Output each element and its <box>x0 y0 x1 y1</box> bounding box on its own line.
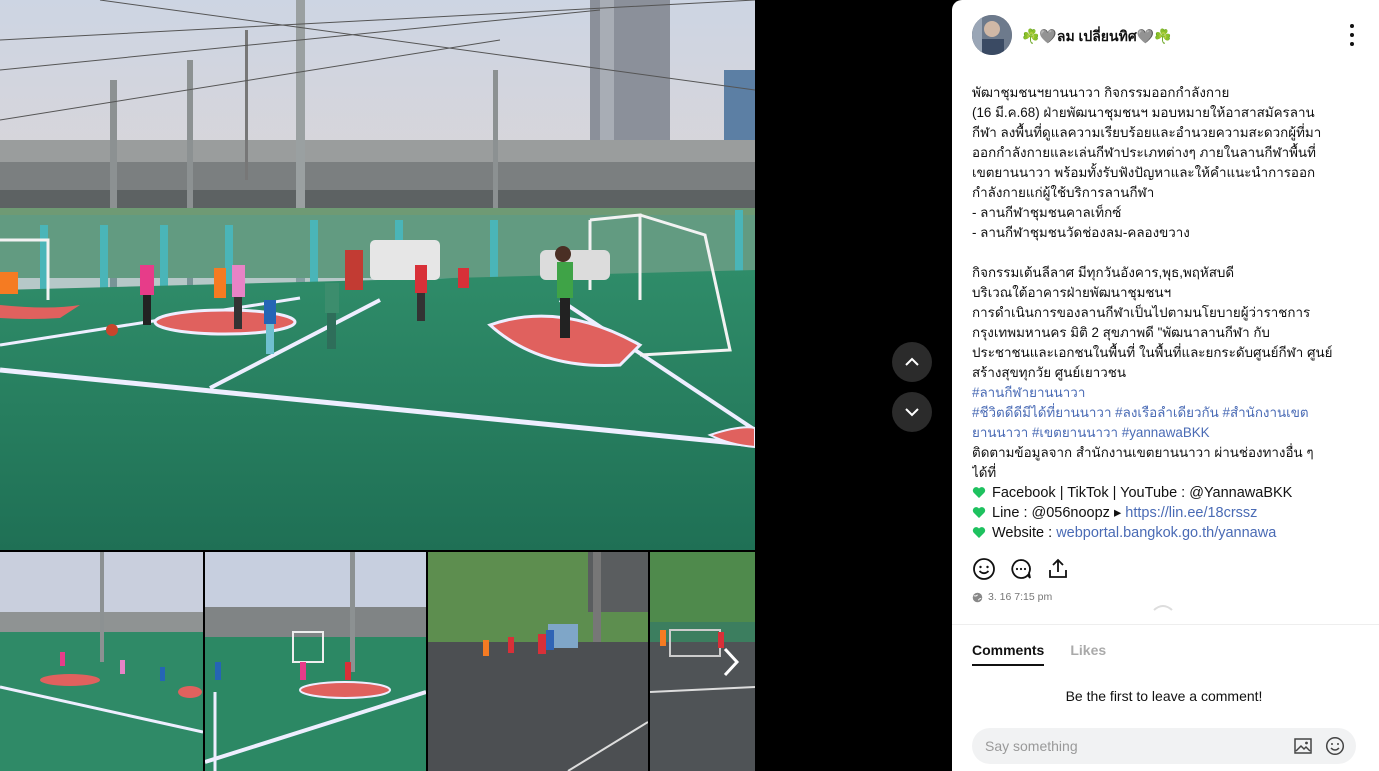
post-detail-panel: ☘️🩶ลม เปลี่ยนทิศ🩶☘️ พัฒาชุมชนฯยานนาวา กิ… <box>952 0 1379 771</box>
next-image-arrow-icon[interactable] <box>714 645 748 679</box>
green-heart-icon <box>972 527 986 538</box>
comment-input[interactable] <box>985 728 1275 764</box>
empty-comments-message: Be the first to leave a comment! <box>1065 688 1263 704</box>
caption-line: สร้างสุขทุกวัย ศูนย์เยาวชน <box>972 365 1126 380</box>
caption-line: ประชาชนและเอกชนในพื้นที่ ในพื้นที่และยกร… <box>972 345 1333 360</box>
caption-line: พัฒาชุมชนฯยานนาวา กิจกรรมออกกำลังกาย <box>972 85 1230 100</box>
post-actions <box>972 557 1070 581</box>
image-icon[interactable] <box>1294 737 1312 755</box>
divider <box>952 624 1379 625</box>
caption-line: เขตยานนาวา พร้อมทั้งรับฟังปัญหาและให้คำแ… <box>972 165 1316 180</box>
caption-line: บริเวณใต้อาคารฝ่ายพัฒนาชุมชนฯ <box>972 285 1172 300</box>
caption-line: - ลานกีฬาชุมชนคาลเท็กซ์ <box>972 205 1122 220</box>
caption-line: กำลังกายแก่ผู้ใช้บริการลานกีฬา <box>972 185 1155 200</box>
green-heart-icon <box>972 487 986 498</box>
caption-line: กิจกรรมเต้นลีลาศ มีทุกวันอังคาร,พุธ,พฤหั… <box>972 265 1235 280</box>
more-options-icon[interactable] <box>1344 24 1360 46</box>
caption-line: ได้ที่ <box>972 465 997 480</box>
caption-line: กรุงเทพมหานคร มิติ 2 สุขภาพดี "พัฒนาลานก… <box>972 325 1270 340</box>
main-photo[interactable] <box>0 0 755 550</box>
social-link-line: Website : webportal.bangkok.go.th/yannaw… <box>972 523 1364 543</box>
collapse-chevron-icon[interactable] <box>1152 600 1174 612</box>
green-heart-icon <box>972 507 986 518</box>
social-link-line: Facebook | TikTok | YouTube : @YannawaBK… <box>972 483 1364 503</box>
social-link[interactable]: webportal.bangkok.go.th/yannawa <box>1056 525 1276 541</box>
caption-line: ออกกำลังกายและเล่นกีฬาประเภทต่างๆ ภายในล… <box>972 145 1316 160</box>
tab-likes[interactable]: Likes <box>1070 642 1106 666</box>
social-label: Website : <box>992 525 1057 541</box>
social-link-line: Line : @056noopz ▸ https://lin.ee/18crss… <box>972 503 1364 523</box>
caption-line: กีฬา ลงพื้นที่ดูแลความเรียบร้อยและอำนวยค… <box>972 125 1322 140</box>
social-label: Facebook | TikTok | YouTube : @YannawaBK… <box>992 485 1293 501</box>
avatar[interactable] <box>972 15 1012 55</box>
caption-line[interactable]: #ลานกีฬายานนาวา <box>972 383 1364 403</box>
social-label: Line : @056noopz ▸ <box>992 505 1126 521</box>
post-timestamp: 3. 16 7:15 pm <box>972 591 1052 603</box>
like-emoji-icon[interactable] <box>972 557 996 581</box>
globe-icon <box>972 592 983 602</box>
caption-line: การดำเนินการของลานกีฬาเป็นไปตามนโยบายผู้… <box>972 305 1311 320</box>
thumbnail-3[interactable] <box>428 552 648 771</box>
caption-line: - ลานกีฬาชุมชนวัดช่องลม-คลองขวาง <box>972 225 1190 240</box>
thumbnail-2[interactable] <box>205 552 426 771</box>
caption-line: (16 มี.ค.68) ฝ่ายพัฒนาชุมชนฯ มอบหมายให้อ… <box>972 105 1315 120</box>
timestamp-text: 3. 16 7:15 pm <box>988 591 1053 603</box>
post-caption: พัฒาชุมชนฯยานนาวา กิจกรรมออกกำลังกาย (16… <box>972 83 1364 543</box>
social-link[interactable]: https://lin.ee/18crssz <box>1125 505 1257 521</box>
caption-line: ติดตามข้อมูลจาก สำนักงานเขตยานนาวา ผ่านช… <box>972 445 1314 460</box>
username[interactable]: ☘️🩶ลม เปลี่ยนทิศ🩶☘️ <box>1022 26 1172 48</box>
previous-post-up-chevron-icon[interactable] <box>892 342 932 382</box>
comment-box <box>972 728 1356 764</box>
caption-line <box>972 243 1364 263</box>
thumbnail-1[interactable] <box>0 552 203 771</box>
emoji-icon[interactable] <box>1325 736 1345 756</box>
media-viewer <box>0 0 952 771</box>
caption-line[interactable]: ยานนาวา #เขตยานนาวา #yannawaBKK <box>972 423 1364 443</box>
tab-comments[interactable]: Comments <box>972 642 1045 666</box>
comment-tabs: Comments Likes <box>972 642 1106 666</box>
comment-icon[interactable] <box>1009 557 1033 581</box>
share-icon[interactable] <box>1046 557 1070 581</box>
next-post-down-chevron-icon[interactable] <box>892 392 932 432</box>
caption-line[interactable]: #ชีวิตดีดีมีได้ที่ยานนาวา #ลงเรือลำเดียว… <box>972 403 1364 423</box>
